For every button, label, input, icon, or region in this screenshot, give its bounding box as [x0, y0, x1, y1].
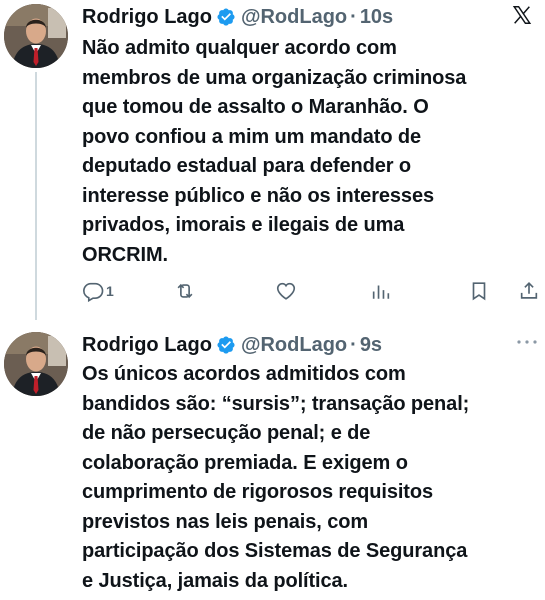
author-name[interactable]: Rodrigo Lago — [82, 6, 212, 29]
tweet-text-line: previstos nas leis penais, com — [82, 510, 369, 533]
avatar[interactable] — [4, 4, 68, 68]
share-button[interactable] — [518, 276, 540, 306]
tweet-text: Os únicos acordos admitidos com bandidos… — [82, 360, 542, 596]
avatar[interactable] — [4, 332, 68, 396]
share-icon — [520, 282, 538, 299]
tweet-actions: 1 — [82, 276, 542, 306]
tweet-2[interactable]: Rodrigo Lago @RodLago · 9s Os únicos aco… — [0, 322, 545, 600]
like-icon — [276, 282, 296, 300]
reply-icon — [83, 282, 104, 302]
tweet-text-line: cumprimento de rigorosos requisitos — [82, 481, 434, 503]
tweet-header: Rodrigo Lago @RodLago · 10s — [82, 2, 393, 32]
verified-badge-icon — [217, 8, 235, 26]
tweet-text-line: interesse público e não os interesses — [82, 184, 434, 207]
separator-dot: · — [350, 333, 357, 356]
bookmark-icon — [472, 282, 486, 301]
views-button[interactable] — [370, 276, 392, 306]
thread-line — [35, 72, 37, 320]
tweet-text-line: Não admito qualquer acordo com — [82, 37, 397, 59]
tweet-text-line: privados, imorais e ilegais de uma — [82, 214, 405, 236]
author-handle[interactable]: @RodLago — [241, 334, 347, 357]
tweet-text-line: colaboração premiada. E exigem o — [82, 451, 408, 474]
tweet-text-line: de não persecução penal; e de — [82, 422, 371, 444]
retweet-icon — [177, 283, 193, 299]
like-button[interactable] — [275, 276, 297, 306]
reply-button[interactable]: 1 — [82, 276, 114, 306]
bookmark-button[interactable] — [468, 276, 490, 306]
views-icon — [372, 285, 390, 299]
tweet-text-line: Os únicos acordos admitidos com — [82, 363, 406, 385]
tweet-text-line: ORCRIM. — [82, 243, 168, 266]
tweet-timestamp[interactable]: 10s — [360, 6, 393, 29]
tweet-text-line: participação dos Sistemas de Segurança — [82, 540, 468, 562]
tweet-text: Não admito qualquer acordo com membros d… — [82, 34, 542, 270]
separator-dot: · — [350, 5, 357, 28]
verified-badge-icon — [217, 336, 235, 354]
tweet-header: Rodrigo Lago @RodLago · 9s — [82, 330, 382, 360]
tweet-text-line: e Justiça, jamais da política. — [82, 569, 349, 592]
retweet-button[interactable] — [174, 276, 196, 306]
author-handle[interactable]: @RodLago — [241, 6, 347, 29]
tweet-1[interactable]: Rodrigo Lago @RodLago · 10s Não admito q… — [0, 0, 545, 320]
tweet-text-line: deputado estadual para defender o — [82, 155, 411, 177]
tweet-text-line: povo confiou a mim um mandato de — [82, 125, 422, 148]
tweet-timestamp[interactable]: 9s — [360, 334, 382, 357]
tweet-text-line: bandidos são: “sursis”; transação penal; — [82, 392, 470, 415]
tweet-text-line: membros de uma organização criminosa — [82, 66, 467, 89]
reply-count: 1 — [106, 283, 114, 299]
more-icon[interactable] — [515, 334, 539, 350]
author-name[interactable]: Rodrigo Lago — [82, 334, 212, 357]
x-logo-icon[interactable] — [511, 4, 533, 26]
tweet-text-line: que tomou de assalto o Maranhão. O — [82, 96, 429, 118]
